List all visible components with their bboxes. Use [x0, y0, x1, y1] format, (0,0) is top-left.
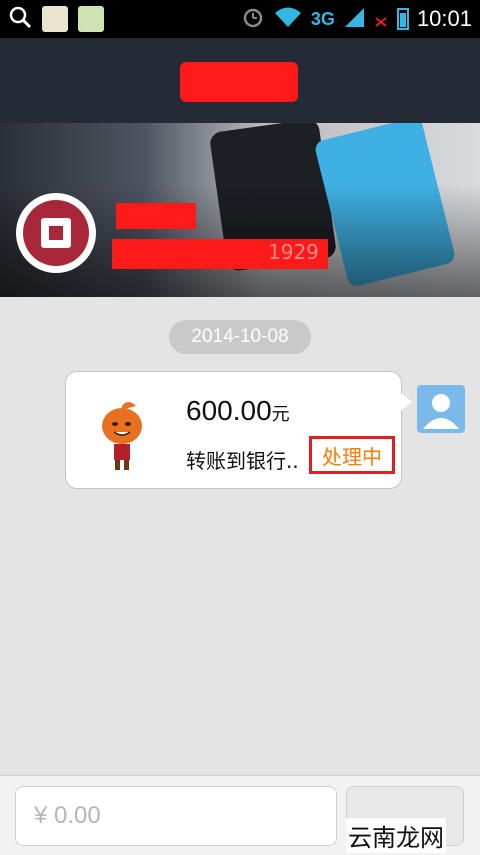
user-avatar[interactable]: [417, 385, 465, 433]
wifi-icon: [273, 6, 303, 32]
watermark-logo: 云南龙网: [346, 818, 446, 853]
redacted-account-name: [116, 203, 196, 229]
network-type-label: 3G: [310, 8, 335, 29]
date-separator: 2014-10-08: [169, 320, 311, 354]
bank-logo-avatar[interactable]: [16, 193, 96, 273]
app-notification-icon: [78, 6, 104, 32]
user-avatar-icon: [423, 394, 459, 429]
mascot-icon: [98, 400, 150, 478]
input-bar: ¥ 0.00 云南龙网: [0, 775, 480, 855]
signal-icon: [343, 6, 365, 32]
alarm-icon: [241, 5, 265, 33]
transfer-amount: 600.00元: [186, 395, 290, 426]
account-number-tail: 1929: [268, 240, 319, 264]
amount-input[interactable]: ¥ 0.00: [15, 786, 337, 846]
alipay-notification-icon: [42, 6, 68, 32]
battery-icon: [396, 8, 409, 30]
redacted-title: [180, 62, 298, 102]
transfer-description: 转账到银行..: [186, 449, 299, 473]
search-icon: [8, 5, 32, 33]
currency-unit: 元: [271, 404, 290, 424]
status-badge: 处理中: [309, 436, 395, 474]
clock: 10:01: [416, 6, 472, 31]
title-bar: [0, 38, 480, 123]
status-bar: 3G 10:01: [0, 0, 480, 38]
header-banner: 1929: [0, 123, 480, 297]
sim2-no-signal-icon: [373, 6, 389, 32]
